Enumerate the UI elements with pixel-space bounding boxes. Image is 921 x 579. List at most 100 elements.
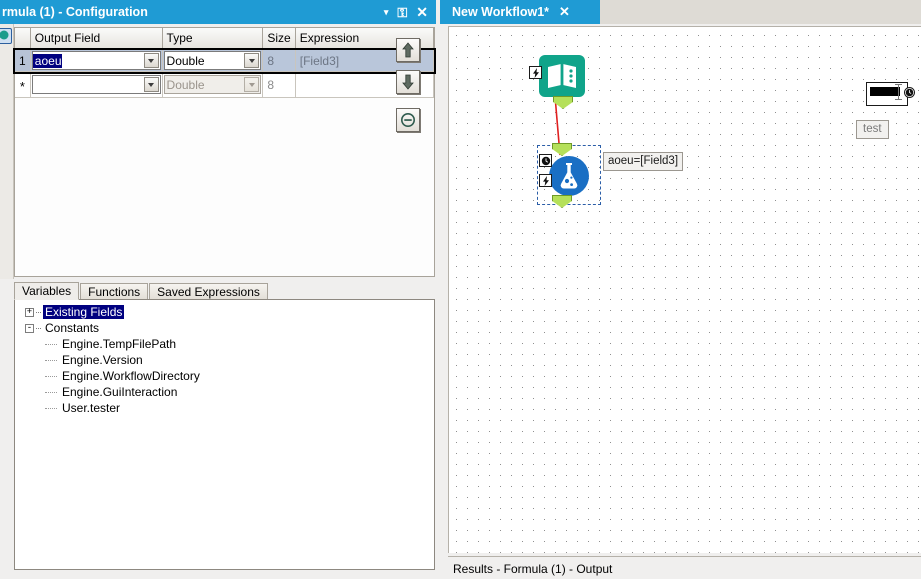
- workflow-canvas[interactable]: aoeu=[Field3] test: [448, 26, 921, 553]
- chevron-down-icon: [244, 77, 260, 92]
- type-combo-new[interactable]: Double: [163, 75, 262, 94]
- config-titlebar: rmula (1) - Configuration ▾ ⚿ ✕: [0, 0, 436, 24]
- cell-type[interactable]: Double: [162, 71, 264, 98]
- column-header-size[interactable]: Size: [262, 28, 296, 50]
- tree-connector: [45, 407, 57, 409]
- comment-box[interactable]: test: [856, 120, 889, 139]
- arrow-up-icon: [402, 42, 414, 58]
- cell-size[interactable]: 8: [262, 71, 296, 98]
- table-row[interactable]: 1 aoeu Double 8 [Field3]: [13, 47, 436, 74]
- tree-item-user-tester[interactable]: User.tester: [25, 400, 434, 416]
- tab-saved-expressions[interactable]: Saved Expressions: [149, 283, 268, 300]
- tree-item-label: Engine.GuiInteraction: [62, 385, 178, 399]
- node-annotation[interactable]: aoeu=[Field3]: [603, 152, 684, 171]
- cell-type[interactable]: Double: [162, 49, 264, 72]
- tree-item-label: User.tester: [62, 401, 121, 415]
- clock-icon[interactable]: [904, 87, 915, 98]
- tree-connector: [36, 327, 41, 329]
- grid-action-buttons: [396, 38, 422, 140]
- expander-plus-icon[interactable]: +: [25, 307, 34, 317]
- results-bar-label: Results - Formula (1) - Output: [453, 562, 613, 576]
- tree-item-constants[interactable]: - Constants: [25, 320, 434, 336]
- type-combo[interactable]: Double: [163, 51, 262, 70]
- close-icon[interactable]: ✕: [416, 5, 428, 19]
- table-row[interactable]: * Double 8: [15, 71, 435, 98]
- lightning-icon[interactable]: [539, 174, 552, 187]
- tab-saved-expressions-label: Saved Expressions: [157, 285, 260, 299]
- tree-item-label: Existing Fields: [43, 305, 125, 319]
- formula-grid[interactable]: Output Field Type Size Expression 1 aoeu: [13, 28, 436, 98]
- output-field-combo[interactable]: aoeu: [31, 51, 161, 70]
- formula-grid-container: Output Field Type Size Expression 1 aoeu: [13, 27, 436, 277]
- tab-variables[interactable]: Variables: [14, 282, 80, 300]
- output-field-combo-new[interactable]: [31, 75, 161, 94]
- variables-tab-pane: Variables Functions Saved Expressions + …: [14, 282, 435, 570]
- cell-output-field[interactable]: aoeu: [30, 49, 163, 72]
- tree-connector: [45, 343, 57, 345]
- tree-item-label: Engine.Version: [62, 353, 143, 367]
- tool-strip-item-2[interactable]: [0, 50, 11, 66]
- connector-layer: [554, 95, 561, 156]
- delete-row-button[interactable]: [396, 108, 420, 132]
- tool-strip-item-4[interactable]: [0, 94, 11, 110]
- flask-icon[interactable]: [548, 155, 590, 197]
- tree-connector: [36, 311, 41, 313]
- tab-functions[interactable]: Functions: [80, 283, 149, 300]
- input-data-node[interactable]: [529, 53, 587, 109]
- tree-item-engine-tempfilepath[interactable]: Engine.TempFilePath: [25, 336, 434, 352]
- workflow-panel: New Workflow1* ✕ aoeu=[Field3] test Resu…: [440, 0, 921, 579]
- configuration-panel: rmula (1) - Configuration ▾ ⚿ ✕ Output F…: [0, 0, 436, 579]
- results-bar[interactable]: Results - Formula (1) - Output: [448, 556, 921, 579]
- close-icon[interactable]: ✕: [559, 4, 570, 20]
- tree-item-label: Engine.TempFilePath: [62, 337, 177, 351]
- chevron-down-icon[interactable]: ▾: [384, 7, 389, 17]
- type-value-new: Double: [166, 77, 205, 92]
- move-up-button[interactable]: [396, 38, 420, 62]
- app-root: rmula (1) - Configuration ▾ ⚿ ✕ Output F…: [0, 0, 921, 579]
- pin-icon[interactable]: ⚿: [397, 6, 407, 19]
- row-header-new[interactable]: *: [15, 71, 31, 98]
- size-value: 8: [267, 53, 275, 68]
- tree-item-engine-guiinteraction[interactable]: Engine.GuiInteraction: [25, 384, 434, 400]
- tab-new-workflow1[interactable]: New Workflow1* ✕: [442, 0, 579, 24]
- column-header-type[interactable]: Type: [162, 28, 264, 50]
- tab-functions-label: Functions: [88, 285, 141, 299]
- tab-row: Variables Functions Saved Expressions: [14, 282, 435, 300]
- text-tool-icon[interactable]: [866, 82, 908, 106]
- workflow-tab-strip: New Workflow1* ✕: [440, 0, 921, 24]
- config-title: rmula (1) - Configuration: [2, 5, 148, 19]
- minus-circle-icon: [401, 113, 415, 127]
- tool-strip-item-3[interactable]: [0, 72, 11, 88]
- variables-tree[interactable]: + Existing Fields - Constants Engine.Tem…: [14, 299, 435, 570]
- book-icon[interactable]: [537, 53, 587, 99]
- grid-corner-header: [15, 28, 31, 50]
- cell-size[interactable]: 8: [262, 49, 296, 72]
- tree-item-engine-workflowdirectory[interactable]: Engine.WorkflowDirectory: [25, 368, 434, 384]
- grid-header-row: Output Field Type Size Expression: [15, 28, 435, 50]
- tree-item-existing-fields[interactable]: + Existing Fields: [25, 304, 434, 320]
- tree-item-label: Engine.WorkflowDirectory: [62, 369, 200, 383]
- tree-connector: [45, 375, 57, 377]
- column-header-output-field[interactable]: Output Field: [30, 28, 163, 50]
- tab-strip-filler: [600, 0, 921, 24]
- ibeam-cursor-icon: [895, 84, 902, 100]
- lightning-icon[interactable]: [529, 66, 542, 79]
- arrow-down-icon: [402, 74, 414, 90]
- expression-value: [Field3]: [299, 53, 340, 68]
- tree-item-engine-version[interactable]: Engine.Version: [25, 352, 434, 368]
- tree-item-label: Constants: [45, 321, 100, 335]
- chevron-down-icon[interactable]: [244, 53, 260, 68]
- size-value-new: 8: [267, 77, 275, 92]
- expander-minus-icon[interactable]: -: [25, 323, 34, 333]
- chevron-down-icon[interactable]: [143, 53, 159, 68]
- tab-variables-label: Variables: [22, 284, 72, 298]
- tool-strip-item-5[interactable]: [0, 116, 11, 132]
- cell-output-field[interactable]: [30, 71, 163, 98]
- type-value: Double: [166, 53, 205, 68]
- row-header[interactable]: 1: [15, 49, 31, 72]
- clock-icon[interactable]: [539, 154, 552, 167]
- chevron-down-icon[interactable]: [143, 77, 159, 92]
- tool-strip-item-selected[interactable]: [0, 28, 12, 44]
- tree-connector: [45, 359, 57, 361]
- move-down-button[interactable]: [396, 70, 420, 94]
